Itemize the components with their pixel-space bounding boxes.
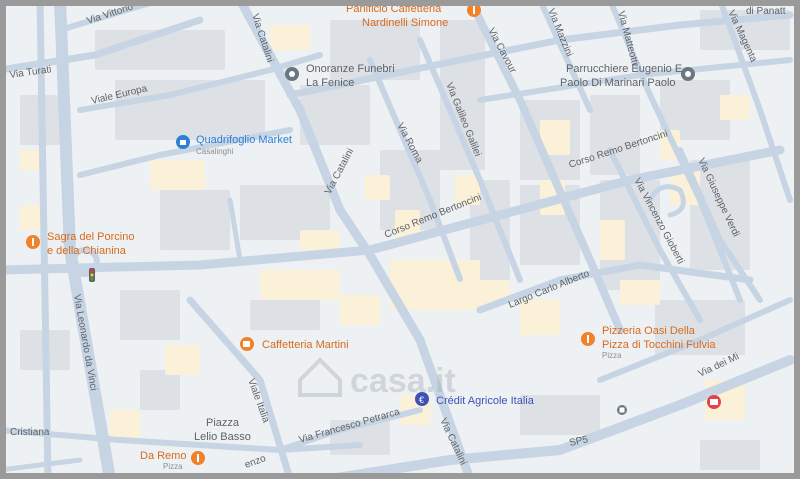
poi-quadrifoglio-subtitle: Casalinghi [196, 147, 234, 156]
poi-parrucchiere-line1: Parrucchiere Eugenio E [566, 63, 682, 75]
poi-onoranze-line2: La Fenice [306, 77, 354, 89]
street-label-di-panatt: di Panatt [746, 6, 786, 17]
place-label-piazza-lelio-basso-2: Lelio Basso [194, 431, 251, 443]
traffic-light-icon [89, 268, 95, 282]
poi-da-remo-subtitle: Pizza [163, 462, 183, 471]
place-label-piazza-lelio-basso-1: Piazza [206, 417, 240, 429]
poi-credit-agricole-name: Crédit Agricole Italia [436, 395, 535, 407]
poi-quadrifoglio-name: Quadrifoglio Market [196, 134, 292, 146]
poi-panificio-line2: Nardinelli Simone [362, 17, 448, 29]
map-canvas[interactable]: Via Vittorio Via Turati Viale Europa Via… [6, 6, 794, 473]
map-frame: Via Vittorio Via Turati Viale Europa Via… [0, 0, 800, 479]
poi-pizzeria-line2: Pizza di Tocchini Fulvia [602, 339, 716, 351]
poi-panificio-line1: Panificio Caffetteria [346, 6, 442, 15]
poi-da-remo-name: Da Remo [140, 450, 186, 462]
poi-hotel[interactable] [707, 395, 721, 409]
poi-pizzeria-line1: Pizzeria Oasi Della [602, 325, 696, 337]
poi-pizzeria-subtitle: Pizza [602, 351, 622, 360]
bus-stop-icon [617, 405, 627, 415]
svg-text:€: € [419, 395, 424, 405]
poi-sagra-line1: Sagra del Porcino [47, 231, 134, 243]
poi-caffetteria-martini-name: Caffetteria Martini [262, 339, 349, 351]
poi-onoranze-line1: Onoranze Funebri [306, 63, 395, 75]
street-label-cristiana: Cristiana [10, 427, 50, 438]
poi-sagra-line2: e della Chianina [47, 245, 127, 257]
poi-parrucchiere-line2: Paolo Di Marinari Paolo [560, 77, 676, 89]
